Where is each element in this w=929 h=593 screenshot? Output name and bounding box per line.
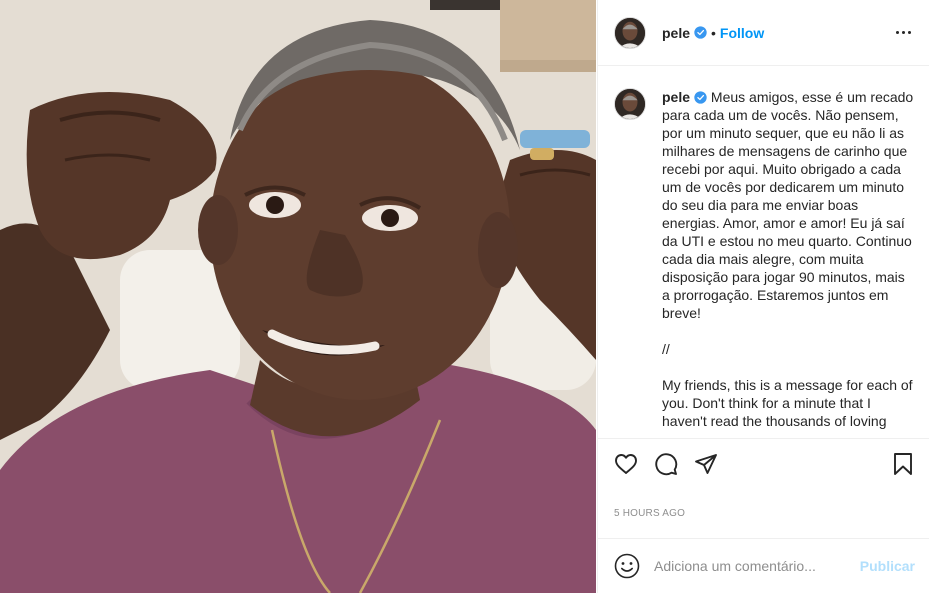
bookmark-icon[interactable]: [889, 450, 917, 478]
heart-icon[interactable]: [612, 450, 640, 478]
comment-icon[interactable]: [652, 450, 680, 478]
caption-area: pele Meus amigos, esse é um recado para …: [598, 66, 929, 438]
publish-button[interactable]: Publicar: [860, 558, 915, 574]
separator-dot: •: [711, 24, 716, 41]
add-comment-row: Publicar: [598, 538, 929, 593]
action-bar: [598, 438, 929, 488]
photo-illustration: [0, 0, 596, 593]
caption-paragraph-pt: Meus amigos, esse é um recado para cada …: [662, 89, 914, 321]
comment-input[interactable]: [654, 558, 860, 574]
caption-paragraph-en: My friends, this is a message for each o…: [662, 377, 913, 429]
caption-text: pele Meus amigos, esse é um recado para …: [662, 88, 914, 430]
smiley-icon[interactable]: [614, 553, 640, 579]
verified-badge-icon: [694, 91, 707, 104]
post-header: pele • Follow: [598, 0, 929, 66]
post-details-panel: pele • Follow pele Meus amigos, esse é u…: [597, 0, 929, 593]
caption-username[interactable]: pele: [662, 89, 690, 105]
caption-avatar[interactable]: [614, 88, 646, 120]
share-icon[interactable]: [692, 450, 720, 478]
header-username[interactable]: pele: [662, 25, 690, 41]
avatar-image: [615, 17, 645, 48]
caption-separator: //: [662, 341, 670, 357]
avatar[interactable]: [614, 16, 646, 49]
avatar-image: [615, 89, 645, 119]
post-photo[interactable]: [0, 0, 596, 593]
more-options-icon[interactable]: [891, 21, 915, 45]
verified-badge-icon: [694, 26, 707, 39]
follow-button[interactable]: Follow: [720, 25, 764, 41]
